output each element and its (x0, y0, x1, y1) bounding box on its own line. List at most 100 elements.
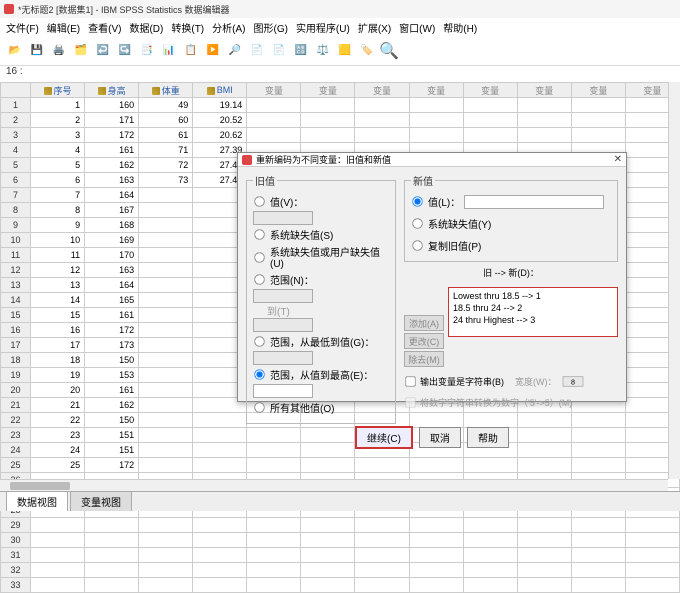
cell[interactable] (139, 308, 193, 323)
insert-variable-icon[interactable]: 📄 (270, 42, 288, 60)
row-header[interactable]: 13 (1, 278, 31, 293)
menu-graphs[interactable]: 图形(G) (251, 20, 289, 35)
cell[interactable]: 172 (85, 323, 139, 338)
row-header[interactable]: 1 (1, 98, 31, 113)
row-header[interactable]: 3 (1, 128, 31, 143)
cell[interactable]: 164 (85, 278, 139, 293)
cell[interactable]: 2 (31, 113, 85, 128)
cell[interactable]: 9 (31, 218, 85, 233)
cell[interactable]: 73 (139, 173, 193, 188)
cell[interactable]: 22 (31, 413, 85, 428)
cell[interactable]: 160 (85, 98, 139, 113)
undo-icon[interactable]: ↩️ (94, 42, 112, 60)
cell[interactable]: 171 (85, 113, 139, 128)
table-row[interactable]: 33 (1, 578, 680, 593)
run-icon[interactable]: ▶️ (204, 42, 222, 60)
menu-help[interactable]: 帮助(H) (441, 20, 479, 35)
cell[interactable] (139, 398, 193, 413)
radio-old-range[interactable] (254, 274, 264, 284)
cell[interactable]: 170 (85, 248, 139, 263)
cell[interactable] (139, 233, 193, 248)
rule-item[interactable]: 18.5 thru 24 --> 2 (453, 302, 613, 314)
row-header[interactable]: 17 (1, 338, 31, 353)
menu-edit[interactable]: 编辑(E) (45, 20, 82, 35)
cell[interactable]: 5 (31, 158, 85, 173)
input-width[interactable] (562, 376, 583, 386)
row-header[interactable]: 29 (1, 518, 31, 533)
cell[interactable]: 1 (31, 98, 85, 113)
cell[interactable]: 15 (31, 308, 85, 323)
scroll-thumb[interactable] (10, 482, 70, 490)
row-header[interactable]: 30 (1, 533, 31, 548)
value-labels-icon[interactable]: 🏷️ (358, 42, 376, 60)
col-header-empty[interactable]: 变量 (355, 83, 409, 98)
row-header[interactable]: 24 (1, 443, 31, 458)
menu-analyze[interactable]: 分析(A) (210, 20, 247, 35)
radio-old-range-high[interactable] (254, 369, 264, 379)
cell[interactable]: 169 (85, 233, 139, 248)
row-header[interactable]: 4 (1, 143, 31, 158)
col-header-empty[interactable]: 变量 (463, 83, 517, 98)
remove-button[interactable]: 除去(M) (404, 351, 444, 367)
cell[interactable]: 150 (85, 353, 139, 368)
cell[interactable] (139, 443, 193, 458)
row-header[interactable]: 18 (1, 353, 31, 368)
select-cases-icon[interactable]: 🟨 (336, 42, 354, 60)
cell[interactable] (139, 353, 193, 368)
input-new-value[interactable] (464, 195, 604, 209)
cell[interactable]: 3 (31, 128, 85, 143)
find-icon[interactable]: 🔎 (226, 42, 244, 60)
cell[interactable]: 173 (85, 338, 139, 353)
menu-data[interactable]: 数据(D) (127, 20, 165, 35)
change-button[interactable]: 更改(C) (404, 333, 444, 349)
table-row[interactable]: 31 (1, 548, 680, 563)
cell[interactable]: 20.52 (193, 113, 247, 128)
cell[interactable] (139, 428, 193, 443)
print-icon[interactable]: 🖨️ (50, 42, 68, 60)
cell[interactable] (139, 188, 193, 203)
cell[interactable]: 165 (85, 293, 139, 308)
table-row[interactable]: 1 1 160 49 19.14 (1, 98, 680, 113)
menu-window[interactable]: 窗口(W) (397, 20, 437, 35)
cell[interactable]: 4 (31, 143, 85, 158)
save-icon[interactable]: 💾 (28, 42, 46, 60)
split-file-icon[interactable]: 🔠 (292, 42, 310, 60)
cell[interactable]: 6 (31, 173, 85, 188)
col-header-empty[interactable]: 变量 (571, 83, 625, 98)
cell[interactable]: 172 (85, 458, 139, 473)
cell[interactable] (139, 278, 193, 293)
cell[interactable] (139, 338, 193, 353)
cell[interactable]: 20 (31, 383, 85, 398)
cell[interactable]: 49 (139, 98, 193, 113)
radio-old-other[interactable] (254, 402, 264, 412)
cell[interactable] (139, 293, 193, 308)
table-row[interactable]: 32 (1, 563, 680, 578)
cell[interactable]: 12 (31, 263, 85, 278)
cell[interactable]: 24 (31, 443, 85, 458)
cell[interactable]: 164 (85, 188, 139, 203)
chk-output-string[interactable] (405, 376, 415, 386)
cell[interactable]: 151 (85, 443, 139, 458)
cell[interactable]: 10 (31, 233, 85, 248)
cell[interactable]: 162 (85, 158, 139, 173)
row-header[interactable]: 23 (1, 428, 31, 443)
radio-old-sysuser[interactable] (254, 252, 264, 262)
input-old-value[interactable] (253, 211, 313, 225)
insert-cases-icon[interactable]: 📄 (248, 42, 266, 60)
cell[interactable]: 163 (85, 173, 139, 188)
row-header[interactable]: 21 (1, 398, 31, 413)
cell[interactable] (139, 383, 193, 398)
cell[interactable]: 172 (85, 128, 139, 143)
cell[interactable]: 168 (85, 218, 139, 233)
input-range-from[interactable] (253, 289, 313, 303)
cell[interactable] (139, 323, 193, 338)
input-range-to[interactable] (253, 318, 313, 332)
row-header[interactable]: 16 (1, 323, 31, 338)
cell[interactable]: 61 (139, 128, 193, 143)
cell[interactable]: 163 (85, 263, 139, 278)
cell[interactable]: 8 (31, 203, 85, 218)
rule-item[interactable]: Lowest thru 18.5 --> 1 (453, 290, 613, 302)
cell[interactable]: 71 (139, 143, 193, 158)
cell[interactable] (139, 248, 193, 263)
col-header-empty[interactable]: 变量 (247, 83, 301, 98)
